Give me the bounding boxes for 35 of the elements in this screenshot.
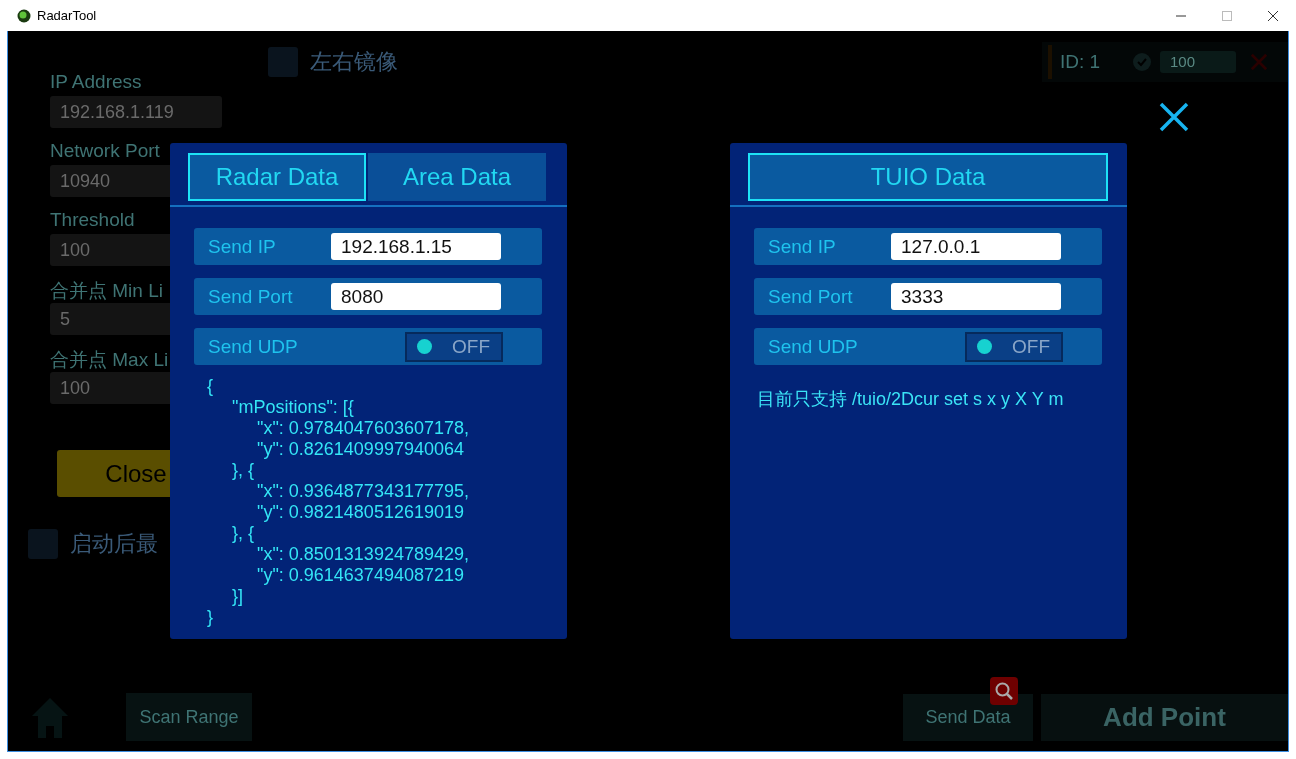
- input-field[interactable]: 8080: [331, 283, 501, 310]
- input-field[interactable]: 100: [1160, 51, 1236, 73]
- close-icon[interactable]: [1159, 102, 1189, 132]
- input-field[interactable]: 192.168.1.119: [50, 96, 222, 128]
- tab[interactable]: Radar Data: [188, 153, 366, 201]
- window-title: RadarTool: [37, 8, 97, 23]
- row-label: Send UDP: [208, 335, 299, 358]
- toggle-switch[interactable]: OFF: [965, 331, 1063, 362]
- scan-range-button[interactable]: Scan Range: [126, 693, 252, 741]
- tab[interactable]: Area Data: [368, 153, 546, 201]
- delete-icon[interactable]: [1250, 53, 1268, 71]
- field-label: 合并点 Min Li: [50, 279, 163, 301]
- send-data-button[interactable]: Send Data: [903, 693, 1033, 741]
- check-icon[interactable]: [1132, 52, 1152, 72]
- input-field[interactable]: 127.0.0.1: [891, 233, 1061, 260]
- field-label: Network Port: [50, 140, 160, 163]
- row-label: Send IP: [768, 235, 837, 258]
- checkbox[interactable]: [268, 47, 298, 77]
- point-id: ID: 1: [1060, 51, 1102, 73]
- row-label: Send UDP: [768, 335, 859, 358]
- checkbox-label: 启动后最: [70, 530, 158, 558]
- input-field[interactable]: 3333: [891, 283, 1061, 310]
- tab[interactable]: TUIO Data: [748, 153, 1108, 201]
- add-point-button[interactable]: Add Point: [1041, 693, 1288, 741]
- note-text: 目前只支持 /tuio/2Dcur set s x y X Y m: [757, 388, 1064, 411]
- input-field[interactable]: 192.168.1.15: [331, 233, 501, 260]
- search-icon[interactable]: [990, 677, 1018, 705]
- checkbox-label: 左右镜像: [310, 48, 398, 76]
- toggle-switch[interactable]: OFF: [405, 331, 503, 362]
- checkbox[interactable]: [28, 529, 58, 559]
- field-label: IP Address: [50, 71, 142, 94]
- field-label: 合并点 Max Li: [50, 348, 169, 370]
- app-icon: [17, 8, 31, 23]
- row-label: Send Port: [768, 285, 854, 308]
- field-label: Threshold: [50, 209, 135, 232]
